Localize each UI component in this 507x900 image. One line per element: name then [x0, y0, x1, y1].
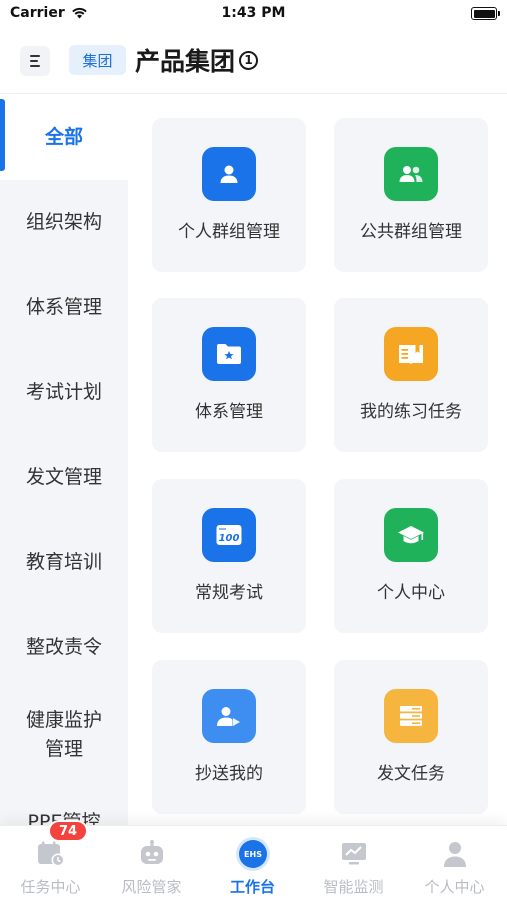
page-title-text: 产品集团 [135, 47, 236, 76]
group-badge[interactable]: 集团 [69, 45, 126, 75]
group-icon [384, 147, 438, 201]
sidebar-item-organization[interactable]: 组织架构 [0, 180, 128, 265]
card-my-practice-tasks[interactable]: 我的练习任务 [334, 298, 488, 452]
card-label: 个人群组管理 [178, 222, 280, 242]
card-system-management[interactable]: 体系管理 [152, 298, 306, 452]
card-label: 抄送我的 [195, 764, 263, 784]
tab-label: 工作台 [229, 878, 275, 896]
card-personal-group-management[interactable]: 个人群组管理 [152, 118, 306, 272]
menu-icon [30, 55, 40, 57]
monitor-chart-icon [339, 839, 369, 869]
sidebar-item-exam-plan[interactable]: 考试计划 [0, 350, 128, 435]
folder-star-icon [202, 327, 256, 381]
tab-risk-manager[interactable]: 风险管家 [101, 826, 202, 900]
sidebar-item-all[interactable]: 全部 [0, 95, 128, 180]
robot-icon [137, 839, 167, 869]
card-document-tasks[interactable]: 发文任务 [334, 660, 488, 814]
sidebar-item-education-training[interactable]: 教育培训 [0, 520, 128, 605]
task-count-badge: 74 [48, 820, 88, 842]
graduation-cap-icon [384, 508, 438, 562]
tab-personal-center[interactable]: 个人中心 [404, 826, 505, 900]
page-title[interactable]: 产品集团 1 [135, 42, 259, 78]
person-forward-icon [202, 689, 256, 743]
status-bar: Carrier 1:43 PM [0, 0, 507, 30]
tab-task-center[interactable]: 74 任务中心 [0, 820, 101, 900]
svg-text:100: 100 [219, 533, 240, 544]
sidebar-item-document-management[interactable]: 发文管理 [0, 435, 128, 520]
card-label: 我的练习任务 [360, 402, 462, 422]
exam-100-icon: 100 [202, 508, 256, 562]
card-personal-center[interactable]: 个人中心 [334, 479, 488, 633]
ehs-icon: EHS [238, 839, 268, 869]
tab-label: 风险管家 [121, 878, 182, 896]
ehs-logo: EHS [239, 840, 267, 868]
app-header: 集团 产品集团 1 [0, 30, 507, 94]
menu-button[interactable] [20, 46, 50, 76]
task-calendar-icon [36, 839, 66, 869]
card-cc-to-me[interactable]: 抄送我的 [152, 660, 306, 814]
sidebar-item-ppe-control[interactable]: PPE管控 [0, 780, 128, 825]
book-icon [384, 327, 438, 381]
battery-icon [471, 7, 500, 20]
tab-label: 个人中心 [424, 878, 485, 896]
document-stack-icon [384, 689, 438, 743]
sidebar-item-rectification-order[interactable]: 整改责令 [0, 605, 128, 690]
tab-label: 智能监测 [323, 878, 384, 896]
tab-label: 任务中心 [20, 878, 81, 896]
bottom-tab-bar: 74 任务中心 风险管家 EHS 工作台 智能监测 个人中心 [0, 820, 507, 900]
sidebar-item-health-monitoring[interactable]: 健康监护管理 [0, 690, 128, 780]
status-time: 1:43 PM [221, 5, 286, 21]
card-regular-exam[interactable]: 100 常规考试 [152, 479, 306, 633]
card-label: 公共群组管理 [360, 222, 462, 242]
card-label: 体系管理 [195, 402, 263, 422]
tab-workbench[interactable]: EHS 工作台 [202, 826, 303, 900]
card-label: 个人中心 [377, 583, 445, 603]
user-icon [440, 839, 470, 869]
category-sidebar[interactable]: 全部 组织架构 体系管理 考试计划 发文管理 教育培训 整改责令 健康监护管理 … [0, 95, 128, 825]
card-label: 常规考试 [195, 583, 263, 603]
switch-info-icon[interactable]: 1 [239, 50, 259, 70]
person-icon [202, 147, 256, 201]
sidebar-item-system-management[interactable]: 体系管理 [0, 265, 128, 350]
card-public-group-management[interactable]: 公共群组管理 [334, 118, 488, 272]
tab-smart-monitoring[interactable]: 智能监测 [303, 826, 404, 900]
card-label: 发文任务 [377, 764, 445, 784]
